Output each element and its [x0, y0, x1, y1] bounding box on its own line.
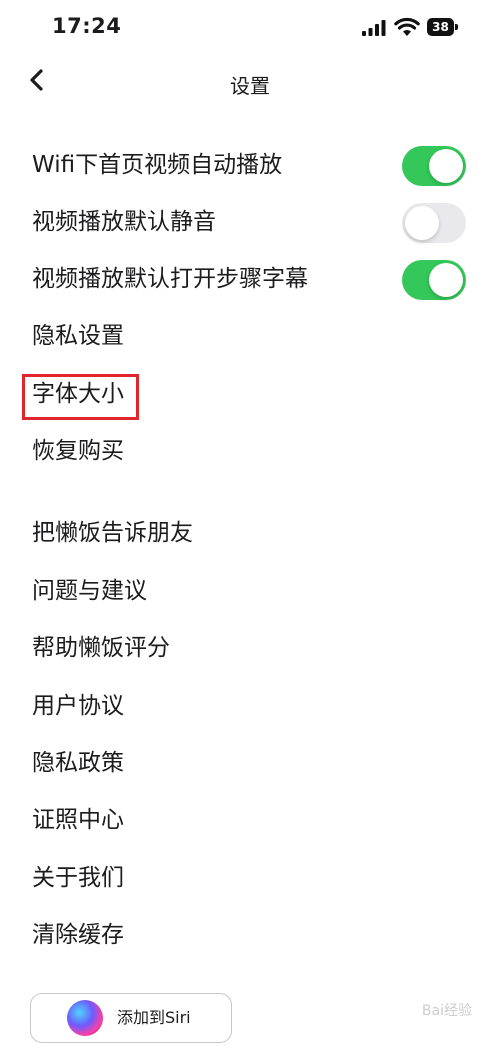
setting-row-restore-purchase[interactable]: 恢复购买 — [0, 426, 500, 476]
setting-label: 关于我们 — [32, 865, 124, 891]
setting-row-clear-cache[interactable]: 清除缓存 — [0, 910, 500, 960]
setting-row-license-center[interactable]: 证照中心 — [0, 795, 500, 845]
setting-label: 清除缓存 — [32, 922, 124, 948]
setting-label: 视频播放默认打开步骤字幕 — [32, 266, 308, 292]
setting-label: 恢复购买 — [32, 438, 124, 464]
setting-label: 把懒饭告诉朋友 — [32, 520, 193, 546]
setting-label: 视频播放默认静音 — [32, 209, 216, 235]
toggle-knob — [405, 206, 439, 240]
add-to-siri-label: 添加到Siri — [117, 1008, 191, 1027]
setting-row-share-friends[interactable]: 把懒饭告诉朋友 — [0, 508, 500, 558]
setting-row-privacy-policy[interactable]: 隐私政策 — [0, 738, 500, 788]
wifi-autoplay-toggle[interactable] — [402, 146, 466, 186]
setting-label: 证照中心 — [32, 807, 124, 833]
setting-row-feedback[interactable]: 问题与建议 — [0, 566, 500, 616]
step-subtitles-toggle[interactable] — [402, 260, 466, 300]
siri-icon — [67, 1000, 103, 1036]
toggle-knob — [429, 149, 463, 183]
setting-row-rate-app[interactable]: 帮助懒饭评分 — [0, 623, 500, 673]
setting-label: 帮助懒饭评分 — [32, 635, 170, 661]
setting-row-user-agreement[interactable]: 用户协议 — [0, 681, 500, 731]
setting-label: 隐私政策 — [32, 750, 124, 776]
setting-label: Wifi下首页视频自动播放 — [32, 152, 283, 178]
battery-icon: 38 — [427, 18, 459, 36]
setting-label: 用户协议 — [32, 693, 124, 719]
setting-row-privacy-settings[interactable]: 隐私设置 — [0, 311, 500, 361]
wifi-icon — [394, 17, 420, 36]
setting-label: 问题与建议 — [32, 578, 147, 604]
setting-label: 隐私设置 — [32, 323, 124, 349]
status-bar: 17:24 38 — [0, 0, 500, 56]
navigation-bar: 设置 — [0, 56, 500, 108]
mute-default-toggle[interactable] — [402, 203, 466, 243]
status-time: 17:24 — [52, 14, 122, 38]
highlight-box — [22, 374, 139, 420]
toggle-knob — [429, 263, 463, 297]
page-title: 设置 — [230, 74, 270, 98]
setting-row-wifi-autoplay: Wifi下首页视频自动播放 — [0, 140, 500, 190]
cellular-signal-icon — [362, 20, 386, 36]
add-to-siri-button[interactable]: 添加到Siri — [30, 993, 232, 1043]
battery-level: 38 — [432, 20, 449, 34]
setting-row-mute-default: 视频播放默认静音 — [0, 197, 500, 247]
watermark: Bai经验 — [421, 1003, 472, 1019]
setting-row-step-subtitles: 视频播放默认打开步骤字幕 — [0, 254, 500, 304]
setting-row-about-us[interactable]: 关于我们 — [0, 853, 500, 903]
